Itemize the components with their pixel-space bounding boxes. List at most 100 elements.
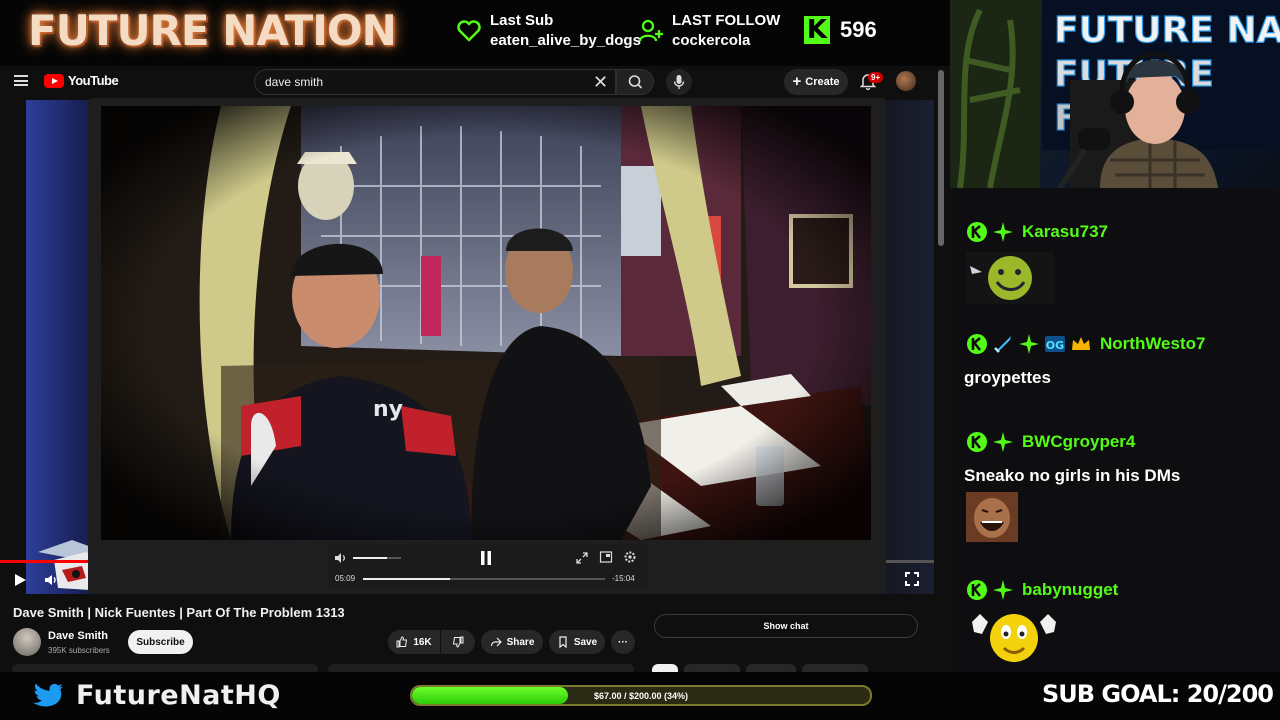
more-actions-button[interactable]: ··· xyxy=(611,630,635,654)
chat-username[interactable]: NorthWesto7 xyxy=(1100,334,1205,354)
chat-username[interactable]: babynugget xyxy=(1022,580,1118,600)
diamond-sub-badge-icon xyxy=(993,432,1013,452)
play-icon[interactable] xyxy=(12,572,28,588)
microphone-icon xyxy=(673,75,685,89)
kick-badge-icon xyxy=(967,580,987,600)
account-avatar[interactable] xyxy=(896,71,916,91)
stream-layout: FUTURE NATION Last Sub eaten_alive_by_do… xyxy=(0,0,1280,720)
like-button[interactable]: 16K xyxy=(388,630,440,654)
youtube-logo-text: YouTube xyxy=(68,73,119,88)
search-box: ✕ xyxy=(254,69,616,95)
expand-icon[interactable] xyxy=(575,551,589,565)
user-plus-icon xyxy=(638,19,663,42)
video-title: Dave Smith | Nick Fuentes | Part Of The … xyxy=(13,605,345,620)
last-follow-value: cockercola xyxy=(672,32,751,49)
notification-badge: 9+ xyxy=(868,72,884,83)
comment-preview xyxy=(328,664,634,672)
green-smiley-emote xyxy=(966,252,1054,304)
chat-panel: Karasu737 OG NorthWesto7 groypettes BWCg… xyxy=(950,188,1280,672)
dislike-button[interactable] xyxy=(441,630,475,654)
share-arrow-icon xyxy=(490,637,502,647)
settings-gear-icon[interactable] xyxy=(623,550,637,564)
last-follow-alert: LAST FOLLOW cockercola xyxy=(638,11,780,51)
voice-search-button[interactable] xyxy=(666,69,692,95)
donation-goal-bar: $67.00 / $200.00 (34%) xyxy=(410,685,872,706)
pip-controls: 05:09 -15:04 xyxy=(327,544,647,590)
diamond-sub-badge-icon xyxy=(993,580,1013,600)
donation-goal-text: $67.00 / $200.00 (34%) xyxy=(593,690,689,701)
share-button[interactable]: Share xyxy=(481,630,543,654)
webcam-image: FUTURE NATION FUTURE F xyxy=(950,0,1280,188)
twitter-handle: FutureNatHQ xyxy=(76,680,281,711)
chip-political-news[interactable] xyxy=(802,664,868,672)
svg-text:OG: OG xyxy=(1046,339,1064,352)
hamburger-menu-icon[interactable] xyxy=(14,75,28,86)
like-count: 16K xyxy=(413,636,432,648)
fullscreen-icon[interactable] xyxy=(904,571,920,587)
related-filter-chips xyxy=(652,664,868,672)
pip-volume-icon[interactable] xyxy=(334,551,348,565)
sub-goal-counter: SUB GOAL: 20/200 xyxy=(1042,680,1274,708)
chat-message: Karasu737 xyxy=(966,220,1108,309)
chat-message: babynugget xyxy=(966,578,1118,669)
youtube-logo[interactable]: YouTube xyxy=(44,73,119,88)
create-label: Create xyxy=(805,76,840,88)
laughing-man-emote xyxy=(966,492,1018,542)
pip-volume-level xyxy=(353,557,387,559)
scrollbar-thumb[interactable] xyxy=(938,70,944,246)
create-button[interactable]: + Create xyxy=(784,69,848,95)
save-button[interactable]: Save xyxy=(549,630,605,654)
chat-message: OG NorthWesto7 groypettes xyxy=(964,332,1205,388)
share-label: Share xyxy=(506,636,535,648)
pip-seek-played xyxy=(363,578,451,580)
crown-badge-icon xyxy=(1072,337,1090,350)
clear-search-icon[interactable]: ✕ xyxy=(593,73,608,91)
search-input[interactable] xyxy=(265,75,565,89)
top-overlay-bar: FUTURE NATION Last Sub eaten_alive_by_do… xyxy=(0,0,950,66)
youtube-page: YouTube ✕ + Create xyxy=(0,66,950,672)
chat-username[interactable]: BWCgroyper4 xyxy=(1022,432,1135,452)
more-actions-label: ··· xyxy=(618,636,628,648)
chat-message: BWCgroyper4 Sneako no girls in his DMs xyxy=(964,430,1181,547)
kick-badge-icon xyxy=(967,432,987,452)
diamond-sub-badge-icon xyxy=(993,222,1013,242)
thumbs-down-icon xyxy=(452,636,464,648)
chip-comedy[interactable] xyxy=(746,664,796,672)
og-badge-icon: OG xyxy=(1045,336,1065,352)
search-icon xyxy=(628,75,643,89)
twitter-bird-icon xyxy=(33,683,63,707)
volume-icon[interactable] xyxy=(43,572,59,588)
viewer-count: K 596 xyxy=(804,16,877,44)
channel-name[interactable]: Dave Smith xyxy=(48,630,108,642)
pip-volume-slider[interactable] xyxy=(353,557,401,559)
thumbs-up-icon xyxy=(396,636,408,648)
youtube-play-icon xyxy=(44,73,64,88)
kick-badge-icon xyxy=(967,222,987,242)
video-frame[interactable]: ny xyxy=(101,106,871,540)
bookmark-icon xyxy=(559,636,567,648)
chat-username[interactable]: Karasu737 xyxy=(1022,222,1108,242)
save-label: Save xyxy=(573,636,598,648)
pip-seek-bar[interactable] xyxy=(363,578,605,580)
chip-podcasts[interactable] xyxy=(684,664,740,672)
kick-badge-icon xyxy=(967,334,987,354)
channel-avatar[interactable] xyxy=(13,628,41,656)
kick-logo-icon: K xyxy=(804,16,830,44)
subscriber-count: 395K subscribers xyxy=(48,646,110,655)
remaining-time: -15:04 xyxy=(612,574,635,583)
page-scrollbar[interactable] xyxy=(938,70,944,670)
subscribe-button[interactable]: Subscribe xyxy=(128,630,193,654)
viewer-count-value: 596 xyxy=(840,17,877,42)
last-sub-alert: Last Sub eaten_alive_by_dogs xyxy=(456,11,641,51)
youtube-header: YouTube ✕ + Create xyxy=(0,66,950,98)
chip-all[interactable] xyxy=(652,664,678,672)
last-sub-value: eaten_alive_by_dogs xyxy=(490,32,641,49)
last-follow-label: LAST FOLLOW xyxy=(672,12,781,29)
search-button[interactable] xyxy=(616,69,654,95)
chat-message-text: groypettes xyxy=(964,368,1051,387)
pause-icon[interactable] xyxy=(479,550,493,566)
pip-toggle-icon[interactable] xyxy=(599,550,613,564)
chat-message-text: Sneako no girls in his DMs xyxy=(964,466,1181,485)
show-chat-button[interactable]: Show chat xyxy=(654,614,918,638)
current-time: 05:09 xyxy=(335,574,356,583)
